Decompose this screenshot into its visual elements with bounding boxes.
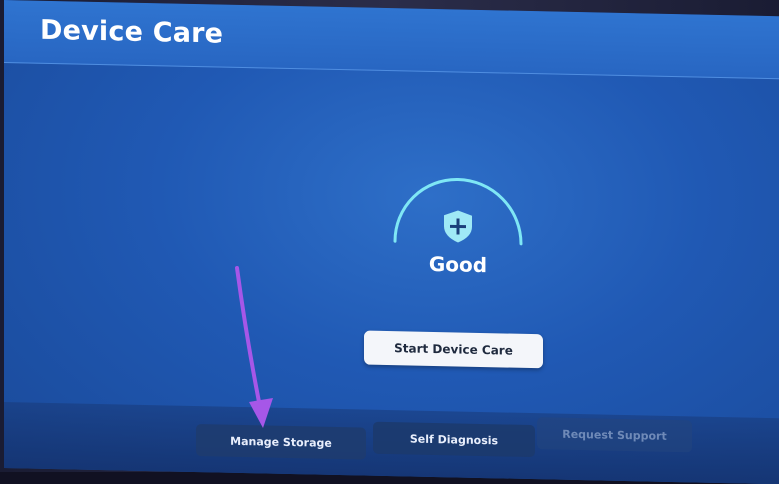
device-status: Good [388, 171, 528, 304]
request-support-button[interactable]: Request Support [537, 417, 692, 453]
self-diagnosis-button[interactable]: Self Diagnosis [373, 421, 535, 458]
status-label: Good [428, 251, 488, 278]
device-care-screen: Device Care Good Start Device Care Manag… [4, 0, 779, 484]
shield-plus-icon [444, 210, 472, 243]
start-device-care-button[interactable]: Start Device Care [364, 330, 543, 369]
page-title: Device Care [40, 14, 224, 50]
arrow-down-icon [235, 266, 273, 428]
